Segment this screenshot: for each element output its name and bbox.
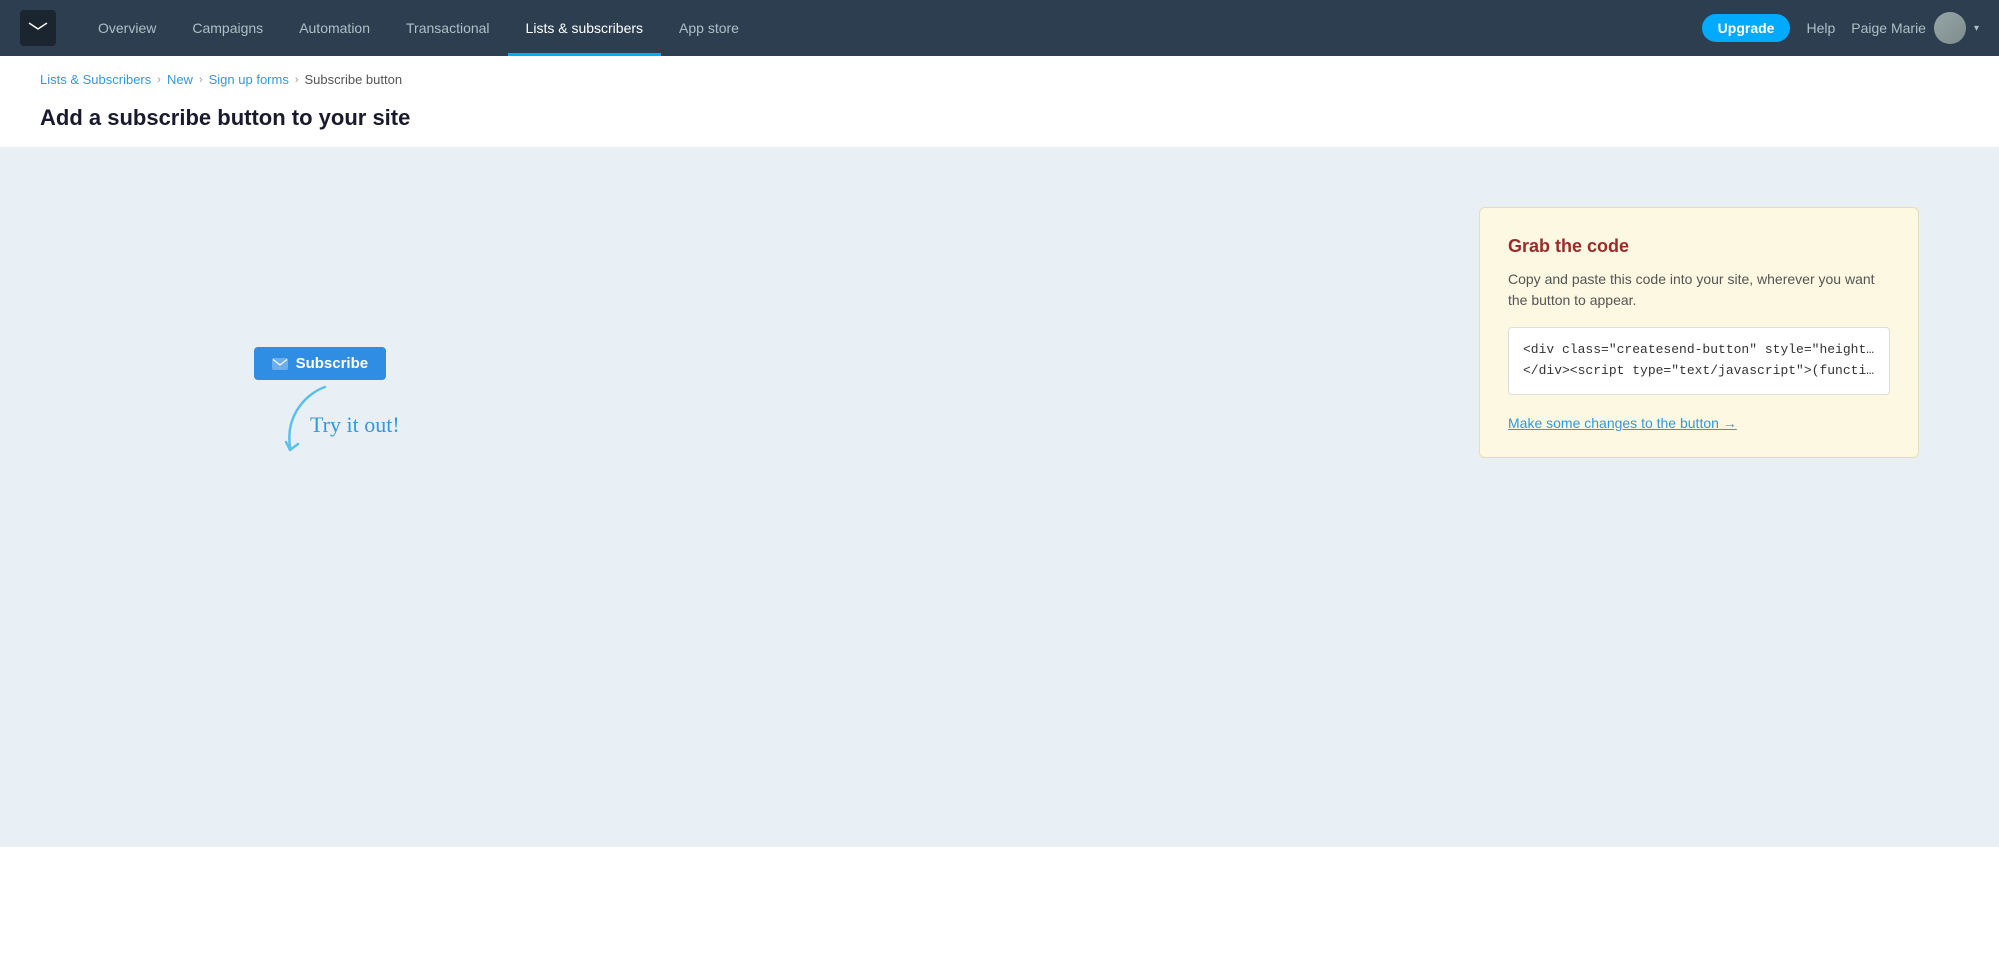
nav-right: Upgrade Help Paige Marie ▾: [1702, 12, 1979, 44]
code-line-1: <div class="createsend-button" style="he…: [1523, 340, 1875, 361]
try-it-wrap: Try it out!: [280, 392, 400, 438]
preview-area: Subscribe Try it out!: [240, 347, 400, 438]
breadcrumb-lists[interactable]: Lists & Subscribers: [40, 72, 151, 87]
breadcrumb-current: Subscribe button: [305, 72, 403, 87]
changes-link[interactable]: Make some changes to the button →: [1508, 415, 1737, 431]
nav-items: Overview Campaigns Automation Transactio…: [80, 0, 1702, 56]
subscribe-preview-button[interactable]: Subscribe: [254, 347, 387, 380]
page-title: Add a subscribe button to your site: [40, 105, 1959, 131]
main-nav: Overview Campaigns Automation Transactio…: [0, 0, 1999, 56]
code-panel-description: Copy and paste this code into your site,…: [1508, 269, 1890, 311]
subscribe-label: Subscribe: [296, 355, 369, 372]
nav-overview[interactable]: Overview: [80, 0, 174, 56]
nav-transactional[interactable]: Transactional: [388, 0, 508, 56]
logo[interactable]: [20, 10, 56, 46]
nav-lists-subscribers[interactable]: Lists & subscribers: [508, 0, 661, 56]
nav-automation[interactable]: Automation: [281, 0, 388, 56]
nav-app-store[interactable]: App store: [661, 0, 757, 56]
code-panel-title: Grab the code: [1508, 236, 1890, 257]
code-box[interactable]: <div class="createsend-button" style="he…: [1508, 327, 1890, 395]
main-content: Subscribe Try it out! Grab the code Copy…: [0, 147, 1999, 847]
breadcrumb-sep-1: ›: [157, 74, 161, 86]
breadcrumb-new[interactable]: New: [167, 72, 193, 87]
avatar: [1934, 12, 1966, 44]
help-link[interactable]: Help: [1806, 20, 1835, 36]
user-name: Paige Marie: [1851, 20, 1926, 36]
code-line-2: </div><script type="text/javascript">(fu…: [1523, 361, 1875, 382]
page-title-wrap: Add a subscribe button to your site: [0, 87, 1999, 131]
breadcrumb-signup-forms[interactable]: Sign up forms: [209, 72, 289, 87]
breadcrumb-sep-3: ›: [295, 74, 299, 86]
nav-campaigns[interactable]: Campaigns: [174, 0, 281, 56]
upgrade-button[interactable]: Upgrade: [1702, 14, 1791, 42]
breadcrumb: Lists & Subscribers › New › Sign up form…: [0, 56, 1999, 87]
arrow-icon: [270, 382, 350, 462]
mail-icon: [272, 358, 288, 370]
chevron-down-icon: ▾: [1974, 23, 1979, 34]
breadcrumb-sep-2: ›: [199, 74, 203, 86]
code-panel: Grab the code Copy and paste this code i…: [1479, 207, 1919, 458]
user-menu[interactable]: Paige Marie ▾: [1851, 12, 1979, 44]
